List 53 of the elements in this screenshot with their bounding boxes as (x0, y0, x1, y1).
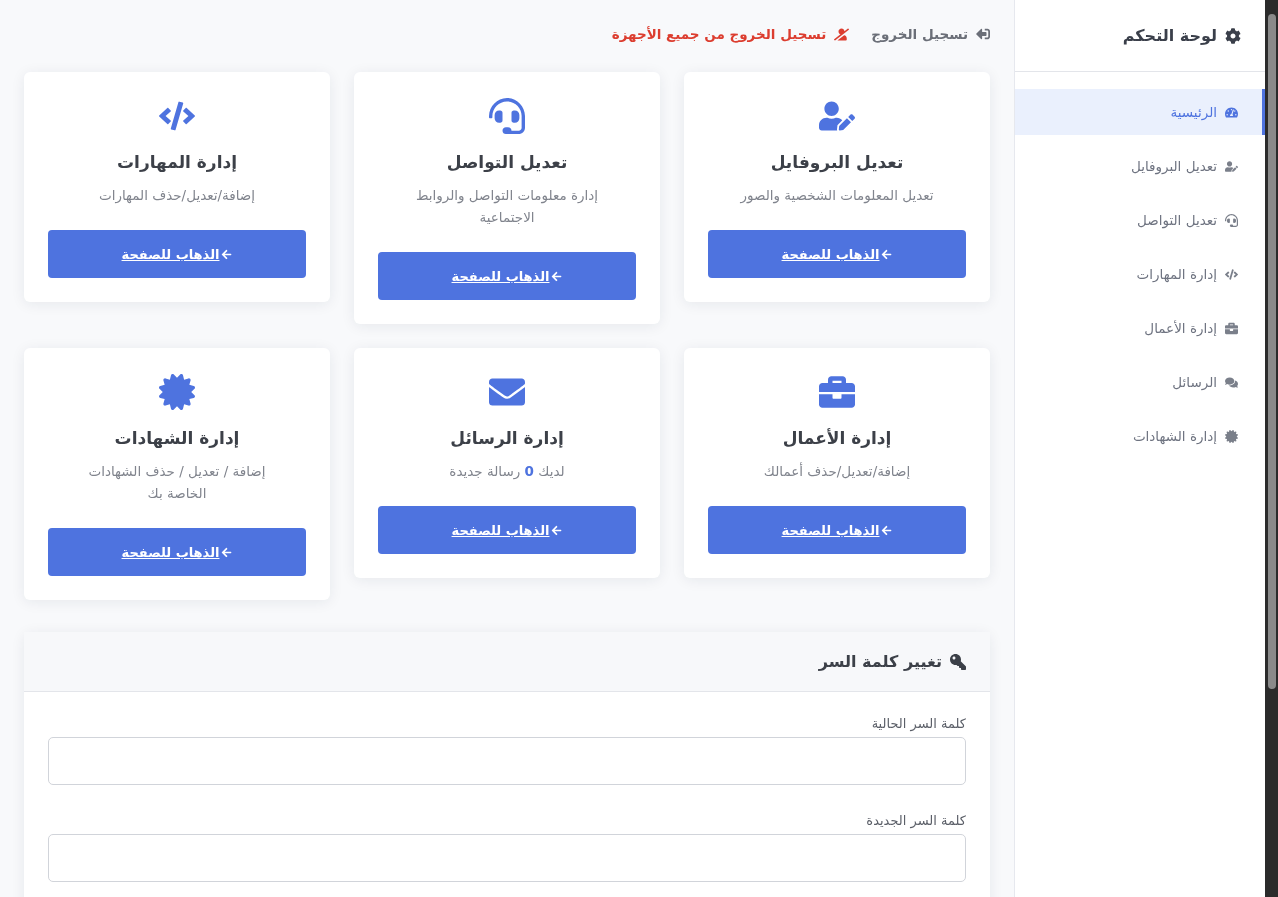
go-to-page-button[interactable]: الذهاب للصفحة (378, 506, 636, 554)
panel-title: تغيير كلمة السر (818, 652, 942, 671)
key-icon (950, 653, 966, 670)
go-to-page-button[interactable]: الذهاب للصفحة (708, 506, 966, 554)
go-to-page-button[interactable]: الذهاب للصفحة (48, 528, 306, 576)
scrollbar[interactable] (1265, 0, 1278, 897)
code-icon (1225, 267, 1238, 281)
dashboard-icon (1225, 105, 1238, 119)
password-field[interactable] (48, 834, 966, 882)
arrow-left-icon (221, 248, 233, 260)
briefcase-icon (819, 374, 855, 410)
password-field[interactable] (48, 737, 966, 785)
chat-icon (1225, 375, 1238, 389)
card-description: إضافة/تعديل/حذف المهارات (97, 186, 257, 206)
user-slash-icon (834, 26, 850, 42)
card-description: إضافة / تعديل / حذف الشهادات الخاصة بك (87, 462, 267, 503)
card-description: إضافة/تعديل/حذف أعمالك (762, 461, 912, 481)
card-title: تعديل التواصل (446, 152, 568, 172)
sidebar-item[interactable]: إدارة الشهادات (1015, 413, 1265, 459)
sidebar-title: لوحة التحكم (1122, 26, 1217, 45)
badge-icon (1225, 429, 1238, 443)
settings-icon (1225, 27, 1241, 44)
arrow-left-icon (881, 524, 893, 536)
logout-all-link[interactable]: تسجيل الخروج من جميع الأجهزة (611, 26, 850, 42)
headset-icon (489, 98, 525, 134)
arrow-left-icon (221, 546, 233, 558)
card-title: تعديل البروفايل (770, 152, 904, 172)
sidebar-item[interactable]: الرسائل (1015, 359, 1265, 405)
go-to-page-button[interactable]: الذهاب للصفحة (378, 252, 636, 300)
user-edit-icon (1225, 159, 1238, 173)
arrow-left-icon (881, 248, 893, 260)
field-label: كلمة السر الجديدة (865, 813, 966, 828)
go-to-page-button[interactable]: الذهاب للصفحة (708, 230, 966, 278)
go-to-page-button[interactable]: الذهاب للصفحة (48, 230, 306, 278)
card-title: إدارة المهارات (117, 152, 237, 172)
badge-icon (159, 374, 195, 410)
arrow-left-icon (551, 270, 563, 282)
card-description: تعديل المعلومات الشخصية والصور (739, 186, 935, 206)
card-title: إدارة الشهادات (114, 428, 240, 448)
sidebar-item[interactable]: تعديل التواصل (1015, 197, 1265, 243)
card-description: إدارة معلومات التواصل والروابط الاجتماعية (414, 186, 600, 227)
logout-link[interactable]: تسجيل الخروج (871, 26, 990, 42)
sidebar-item[interactable]: إدارة المهارات (1015, 251, 1265, 297)
sidebar-item[interactable]: تعديل البروفايل (1015, 143, 1265, 189)
card-title: إدارة الأعمال (782, 428, 892, 448)
sidebar-item[interactable]: الرئيسية (1015, 89, 1265, 135)
briefcase-icon (1225, 321, 1238, 335)
headset-icon (1225, 213, 1238, 227)
sign-out-icon (976, 27, 990, 41)
card-title: إدارة الرسائل (450, 428, 564, 448)
arrow-left-icon (551, 524, 563, 536)
sidebar-item[interactable]: إدارة الأعمال (1015, 305, 1265, 351)
field-label: كلمة السر الحالية (870, 716, 966, 731)
